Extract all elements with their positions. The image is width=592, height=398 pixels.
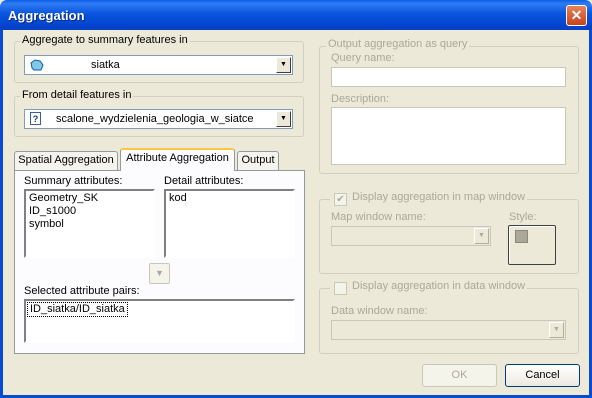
map-window-checkbox-label: Display aggregation in map window — [352, 191, 526, 203]
tab-output[interactable]: Output — [237, 151, 279, 170]
tab-spatial-aggregation[interactable]: Spatial Aggregation — [14, 151, 118, 170]
window-title: Aggregation — [8, 8, 85, 23]
map-window-name-label: Map window name: — [331, 211, 426, 223]
list-item[interactable]: Geometry_SK — [29, 192, 150, 205]
data-window-name-label: Data window name: — [331, 305, 428, 317]
chevron-down-icon[interactable]: ▼ — [549, 322, 564, 338]
data-window-legend: Display aggregation in data window — [330, 280, 528, 292]
polygon-layer-icon — [30, 59, 44, 71]
detail-attributes-list[interactable]: kod — [164, 189, 295, 258]
selected-pairs-list[interactable]: ID_siatka/ID_siatka — [24, 299, 295, 343]
list-item[interactable]: symbol — [29, 218, 150, 231]
style-label: Style: — [509, 211, 537, 223]
summary-features-combo[interactable]: siatka ▼ — [24, 55, 293, 75]
map-window-legend: Display aggregation in map window — [330, 191, 528, 203]
detail-features-value: scalone_wydzielenia_geologia_w_siatce — [56, 113, 254, 125]
unknown-layer-icon: ? — [30, 112, 41, 125]
add-pair-button[interactable]: ▼ — [149, 263, 170, 284]
map-window-combo[interactable]: ▼ — [331, 226, 491, 246]
query-group-legend: Output aggregation as query — [326, 38, 470, 50]
data-window-checkbox-label: Display aggregation in data window — [352, 280, 526, 292]
detail-features-combo[interactable]: ? scalone_wydzielenia_geologia_w_siatce … — [24, 109, 293, 129]
map-window-checkbox[interactable]: ✔ — [334, 193, 347, 206]
summary-features-legend: Aggregate to summary features in — [20, 34, 190, 46]
chevron-down-icon[interactable]: ▼ — [276, 111, 291, 127]
title-bar[interactable] — [0, 0, 592, 30]
style-swatch-icon — [515, 230, 528, 243]
summary-attributes-label: Summary attributes: — [24, 175, 123, 187]
description-label: Description: — [331, 93, 390, 105]
tab-attribute-aggregation[interactable]: Attribute Aggregation — [120, 148, 235, 171]
ok-button[interactable]: OK — [422, 364, 497, 387]
data-window-combo[interactable]: ▼ — [331, 320, 566, 340]
close-button[interactable]: ✕ — [566, 5, 587, 26]
data-window-checkbox[interactable] — [334, 282, 347, 295]
detail-features-legend: From detail features in — [20, 89, 134, 101]
chevron-down-icon[interactable]: ▼ — [474, 228, 489, 244]
description-input[interactable] — [331, 107, 566, 165]
summary-features-value: siatka — [91, 59, 120, 71]
list-item[interactable]: ID_siatka/ID_siatka — [27, 302, 128, 317]
cancel-button[interactable]: Cancel — [505, 364, 580, 387]
arrow-down-icon: ▼ — [155, 268, 164, 278]
list-item[interactable]: kod — [169, 192, 290, 205]
style-button[interactable] — [508, 225, 556, 265]
query-name-input[interactable] — [331, 67, 566, 87]
chevron-down-icon[interactable]: ▼ — [276, 57, 291, 73]
query-name-label: Query name: — [331, 52, 395, 64]
detail-attributes-label: Detail attributes: — [164, 175, 244, 187]
list-item[interactable]: ID_s1000 — [29, 205, 150, 218]
selected-pairs-label: Selected attribute pairs: — [24, 285, 140, 297]
summary-attributes-list[interactable]: Geometry_SK ID_s1000 symbol — [24, 189, 155, 258]
